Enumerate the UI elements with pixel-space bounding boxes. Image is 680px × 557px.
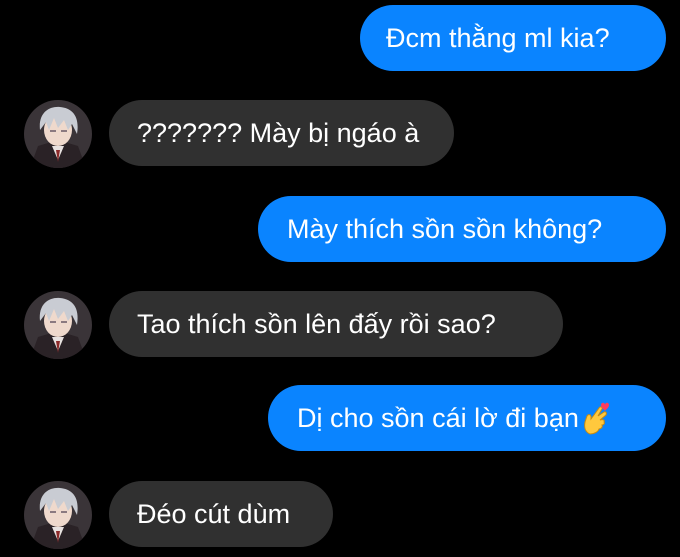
message-text: Dị cho sồn cái lờ đi bạn xyxy=(297,402,579,433)
anime-avatar-image xyxy=(24,291,92,359)
avatar[interactable] xyxy=(24,100,92,168)
message-bubble-outgoing[interactable]: Đcm thằng ml kia? xyxy=(360,5,666,71)
message-bubble-incoming[interactable]: Tao thích sồn lên đấy rồi sao? xyxy=(109,291,563,357)
message-text: ??????? Mày bị ngáo à xyxy=(137,117,420,148)
message-bubble-outgoing[interactable]: Dị cho sồn cái lờ đi bạn xyxy=(268,385,666,451)
anime-avatar-image xyxy=(24,100,92,168)
message-bubble-incoming[interactable]: ??????? Mày bị ngáo à xyxy=(109,100,454,166)
message-text: Đcm thằng ml kia? xyxy=(386,22,610,53)
anime-avatar-image xyxy=(24,481,92,549)
message-text: Mày thích sồn sồn không? xyxy=(287,213,603,244)
message-bubble-outgoing[interactable]: Mày thích sồn sồn không? xyxy=(258,196,666,262)
message-text: Đéo cút dùm xyxy=(137,498,291,529)
message-bubble-incoming[interactable]: Đéo cút dùm xyxy=(109,481,333,547)
message-text: Tao thích sồn lên đấy rồi sao? xyxy=(137,308,496,339)
avatar[interactable] xyxy=(24,481,92,549)
avatar[interactable] xyxy=(24,291,92,359)
finger-heart-emoji xyxy=(584,402,609,435)
